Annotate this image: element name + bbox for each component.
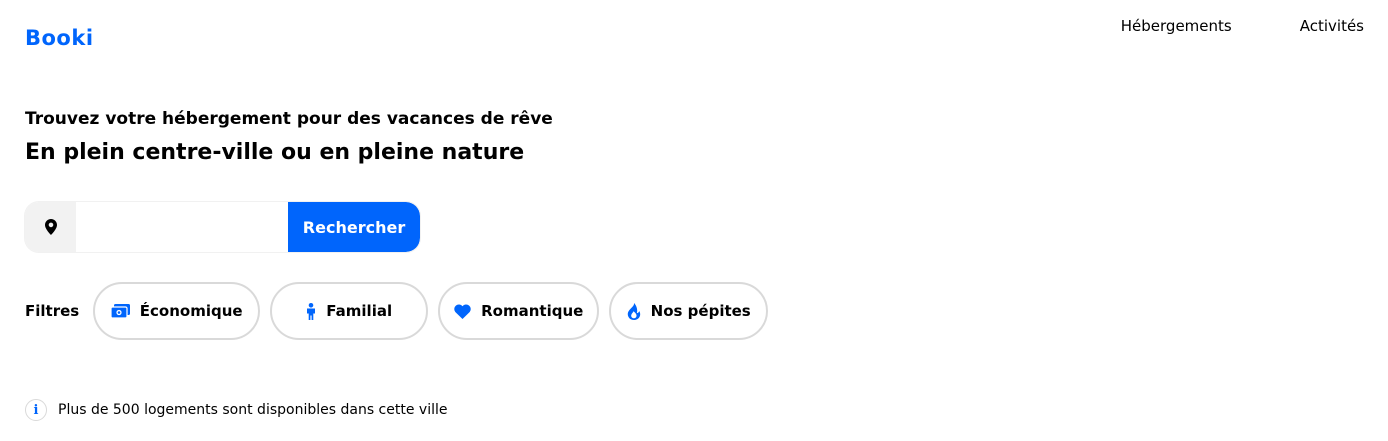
filter-label: Nos pépites <box>650 302 751 320</box>
nav-link-activites[interactable]: Activités <box>1300 17 1364 35</box>
fire-icon <box>627 302 641 320</box>
info-icon: i <box>25 399 47 421</box>
search-input[interactable] <box>76 202 288 252</box>
filter-romantique-button[interactable]: Romantique <box>438 282 600 340</box>
search-button[interactable]: Rechercher <box>288 202 420 252</box>
heart-icon <box>454 303 471 319</box>
money-icon <box>110 304 130 318</box>
filter-label: Romantique <box>481 302 584 320</box>
filter-label: Économique <box>139 302 243 320</box>
info-message: i Plus de 500 logements sont disponibles… <box>25 399 447 421</box>
search-bar: Rechercher <box>25 202 420 252</box>
filter-label: Familial <box>326 302 393 320</box>
filter-economique-button[interactable]: Économique <box>93 282 261 340</box>
filters-bar: Filtres Économique Familial Romantique N… <box>25 282 778 340</box>
filter-nos-pepites-button[interactable]: Nos pépites <box>609 282 769 340</box>
info-text: Plus de 500 logements sont disponibles d… <box>58 402 448 418</box>
filters-label: Filtres <box>25 302 80 320</box>
hero-title: En plein centre-ville ou en pleine natur… <box>25 140 525 165</box>
nav-link-hebergements[interactable]: Hébergements <box>1121 17 1232 35</box>
main-nav: Hébergements Activités <box>1121 17 1364 35</box>
hero-subtitle: Trouvez votre hébergement pour des vacan… <box>25 109 553 129</box>
filter-familial-button[interactable]: Familial <box>270 282 429 340</box>
child-icon <box>306 302 316 320</box>
location-pin-icon <box>25 202 76 252</box>
booki-logo[interactable]: Booki <box>25 26 94 50</box>
